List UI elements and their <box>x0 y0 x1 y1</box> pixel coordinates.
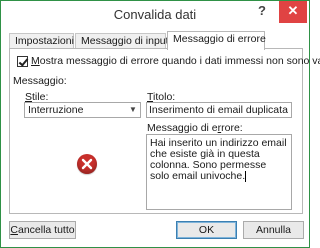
message-section-label: Messaggio: <box>13 75 67 87</box>
style-select[interactable]: Interruzione ▼ <box>24 102 141 118</box>
show-error-checkbox-row[interactable]: Mostra messaggio di errore quando i dati… <box>17 55 320 69</box>
tab-input-message[interactable]: Messaggio di input <box>75 33 169 49</box>
data-validation-dialog: Convalida dati ? ✕ Impostazioni Messaggi… <box>0 0 320 248</box>
title-bar: Convalida dati ? ✕ <box>1 1 309 28</box>
chevron-down-icon[interactable]: ▼ <box>126 103 140 117</box>
text-caret <box>245 171 247 182</box>
clear-all-button[interactable]: Cancella tutto <box>9 221 76 239</box>
error-message-text: Hai inserito un indirizzo email che esis… <box>150 137 290 182</box>
help-button[interactable]: ? <box>247 1 277 23</box>
close-button[interactable]: ✕ <box>279 1 307 23</box>
ok-button[interactable]: OK <box>176 221 237 239</box>
style-select-value: Interruzione <box>28 104 84 116</box>
cancel-button[interactable]: Annulla <box>243 221 304 239</box>
title-input[interactable]: Inserimento di email duplicata <box>146 102 292 118</box>
error-stop-icon <box>77 154 97 174</box>
tab-error-alert[interactable]: Messaggio di errore <box>167 31 266 50</box>
show-error-checkbox[interactable] <box>17 55 28 67</box>
error-message-label: Messaggio di errore: <box>147 122 243 134</box>
error-message-textarea[interactable]: Hai inserito un indirizzo email che esis… <box>146 134 292 210</box>
error-alert-panel: Mostra messaggio di errore quando i dati… <box>9 48 320 214</box>
tab-settings[interactable]: Impostazioni <box>9 33 74 49</box>
show-error-checkbox-label: Mostra messaggio di errore quando i dati… <box>31 55 320 68</box>
